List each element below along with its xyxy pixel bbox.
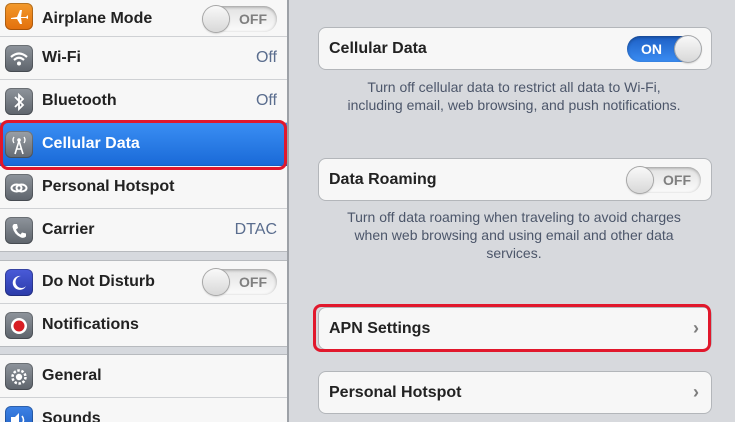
toggle-state-text: OFF (663, 171, 691, 188)
sidebar-item-label: Personal Hotspot (42, 178, 175, 195)
airplane-mode-toggle[interactable]: OFF (203, 6, 277, 32)
wifi-icon (5, 45, 33, 72)
data-roaming-footnote: Turn off data roaming when traveling to … (347, 209, 681, 261)
cellular-data-highlight (0, 120, 287, 170)
cellular-data-detail-pane: Cellular Data ON Turn off cellular data … (289, 0, 735, 422)
sidebar-item-notifications[interactable]: Notifications (0, 304, 287, 346)
cellular-data-footnote: Turn off cellular data to restrict all d… (347, 79, 681, 113)
sidebar-item-do-not-disturb[interactable]: Do Not Disturb OFF (0, 261, 287, 304)
sidebar-item-label: Notifications (42, 316, 139, 333)
sidebar-item-label: Sounds (42, 410, 101, 422)
bluetooth-icon (5, 88, 33, 115)
sidebar-item-label: Carrier (42, 221, 95, 238)
toggle-knob (675, 35, 701, 62)
sidebar-item-label: General (42, 367, 102, 384)
sidebar-group-notifications: Do Not Disturb OFF Notifications (0, 260, 287, 347)
sidebar-item-airplane-mode[interactable]: Airplane Mode OFF (0, 0, 287, 37)
cellular-data-row: Cellular Data ON (318, 27, 712, 70)
airplane-icon (5, 3, 33, 30)
speaker-icon (5, 406, 33, 422)
cellular-data-toggle[interactable]: ON (627, 35, 701, 62)
moon-icon (5, 269, 33, 296)
gear-icon (5, 363, 33, 390)
carrier-value: DTAC (234, 221, 277, 238)
sidebar-item-carrier[interactable]: Carrier DTAC (0, 209, 287, 251)
sidebar-item-personal-hotspot[interactable]: Personal Hotspot (0, 166, 287, 209)
toggle-knob (627, 166, 653, 193)
sidebar-item-label: Do Not Disturb (42, 273, 155, 290)
sidebar-item-general[interactable]: General (0, 355, 287, 398)
bluetooth-status-value: Off (255, 92, 277, 109)
toggle-state-text: OFF (239, 11, 267, 27)
sidebar-item-label: Wi-Fi (42, 49, 81, 66)
sidebar-item-wifi[interactable]: Wi-Fi Off (0, 37, 287, 80)
toggle-state-text: OFF (239, 274, 267, 290)
do-not-disturb-toggle[interactable]: OFF (203, 269, 277, 295)
cellular-data-label: Cellular Data (329, 39, 427, 57)
settings-sidebar: Airplane Mode OFF Wi-Fi Off Bluetooth Of… (0, 0, 287, 422)
hotspot-chain-icon (5, 174, 33, 201)
apn-settings-highlight (313, 304, 711, 352)
sidebar-item-label: Bluetooth (42, 92, 117, 109)
sidebar-item-sounds[interactable]: Sounds (0, 398, 287, 422)
chevron-right-icon: › (693, 382, 699, 402)
wifi-status-value: Off (255, 49, 277, 66)
phone-icon (5, 217, 33, 244)
toggle-knob (203, 6, 229, 32)
notifications-icon (5, 312, 33, 339)
data-roaming-row: Data Roaming OFF (318, 158, 712, 201)
toggle-state-text: ON (641, 40, 662, 57)
data-roaming-toggle[interactable]: OFF (627, 166, 701, 193)
sidebar-group-general: General Sounds (0, 354, 287, 422)
toggle-knob (203, 269, 229, 295)
data-roaming-label: Data Roaming (329, 170, 437, 188)
personal-hotspot-row[interactable]: Personal Hotspot › (318, 371, 712, 414)
sidebar-item-bluetooth[interactable]: Bluetooth Off (0, 80, 287, 123)
personal-hotspot-label: Personal Hotspot (329, 383, 462, 401)
sidebar-item-label: Airplane Mode (42, 10, 153, 27)
